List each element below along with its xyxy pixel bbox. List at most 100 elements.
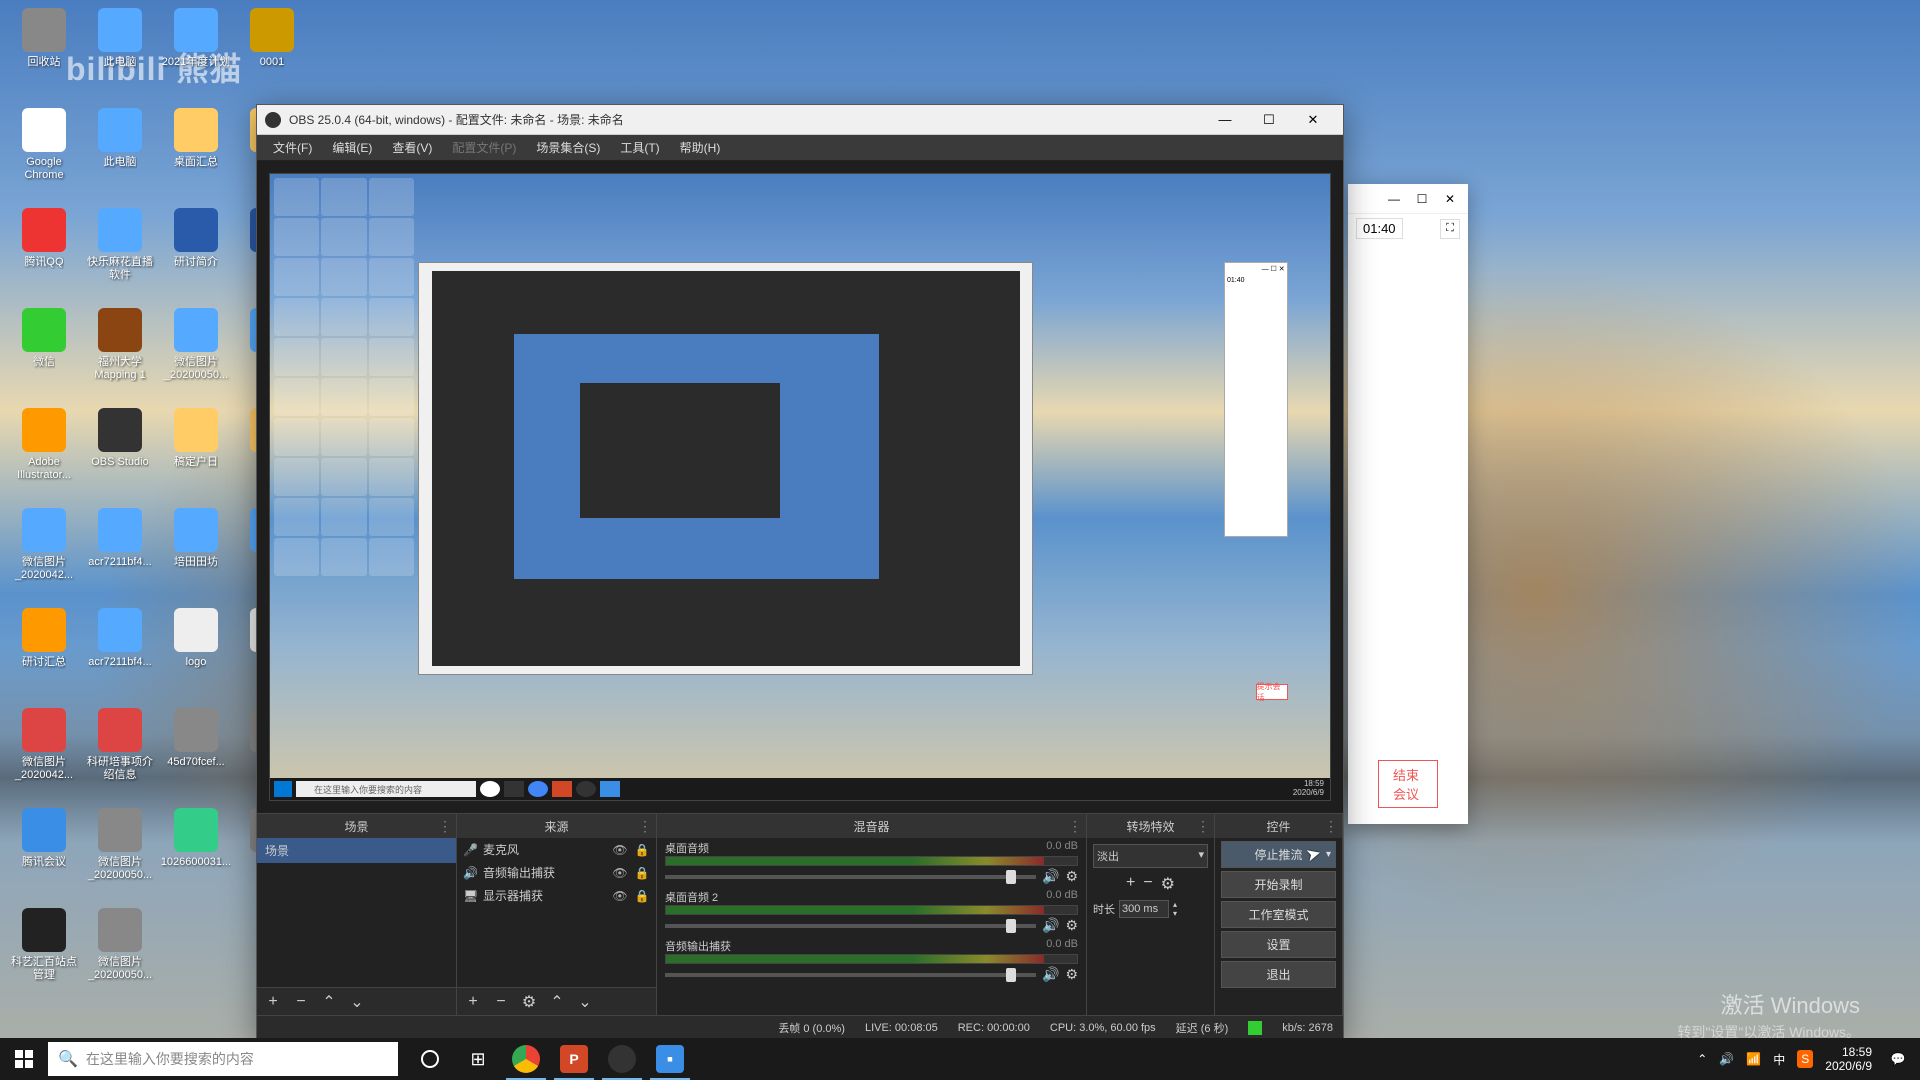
- desktop-icon[interactable]: OBS Studio: [84, 408, 156, 506]
- scene-remove-button[interactable]: −: [291, 993, 311, 1011]
- meeting-close[interactable]: ✕: [1436, 187, 1464, 211]
- slider-thumb[interactable]: [1006, 968, 1016, 982]
- scene-up-button[interactable]: ⌃: [319, 992, 339, 1012]
- desktop-icon[interactable]: acr7211bf4...: [84, 508, 156, 606]
- desktop-icon[interactable]: 研讨简介: [160, 208, 232, 306]
- source-item[interactable]: 🔊音频输出捕获👁🔒: [457, 861, 656, 884]
- desktop-icon[interactable]: 微信图片_2020042...: [8, 508, 80, 606]
- control-button[interactable]: 工作室模式: [1221, 901, 1336, 928]
- tray-network-icon[interactable]: 🔊: [1719, 1052, 1734, 1066]
- mixer-dock-menu-icon[interactable]: ⋮: [1068, 818, 1082, 835]
- task-view-button[interactable]: ⊞: [454, 1038, 502, 1080]
- channel-settings-icon[interactable]: ⚙: [1065, 966, 1078, 983]
- obs-preview-area[interactable]: — ☐ ✕ 01:40 提示会话 在这里输入你要搜索的内容 18:592020/…: [257, 161, 1343, 813]
- cortana-button[interactable]: [406, 1038, 454, 1080]
- source-up-button[interactable]: ⌃: [547, 992, 567, 1012]
- desktop-icon[interactable]: 科研培事项介绍信息: [84, 708, 156, 806]
- channel-settings-icon[interactable]: ⚙: [1065, 868, 1078, 885]
- source-down-button[interactable]: ⌄: [575, 992, 595, 1012]
- desktop-icon[interactable]: 桌面汇总: [160, 108, 232, 206]
- menu-item[interactable]: 帮助(H): [670, 135, 731, 160]
- scene-item[interactable]: 场景: [257, 838, 456, 863]
- source-remove-button[interactable]: −: [491, 993, 511, 1011]
- tray-sogou-icon[interactable]: S: [1797, 1050, 1813, 1068]
- desktop-icon[interactable]: Google Chrome: [8, 108, 80, 206]
- mute-toggle-icon[interactable]: 🔊: [1042, 868, 1059, 885]
- menu-item[interactable]: 场景集合(S): [526, 135, 610, 160]
- duration-input[interactable]: [1119, 900, 1169, 918]
- visibility-toggle-icon[interactable]: 👁: [612, 866, 628, 880]
- control-button[interactable]: 开始录制: [1221, 871, 1336, 898]
- volume-slider[interactable]: [665, 924, 1036, 928]
- obs-titlebar[interactable]: OBS 25.0.4 (64-bit, windows) - 配置文件: 未命名…: [257, 105, 1343, 135]
- desktop-icon[interactable]: Adobe Illustrator...: [8, 408, 80, 506]
- source-settings-button[interactable]: ⚙: [519, 992, 539, 1012]
- volume-slider[interactable]: [665, 973, 1036, 977]
- scene-down-button[interactable]: ⌄: [347, 992, 367, 1012]
- control-button[interactable]: 设置: [1221, 931, 1336, 958]
- visibility-toggle-icon[interactable]: 👁: [612, 889, 628, 903]
- desktop-icon[interactable]: 1026600031...: [160, 808, 232, 906]
- obs-minimize-button[interactable]: —: [1203, 105, 1247, 135]
- menu-item[interactable]: 编辑(E): [322, 135, 382, 160]
- desktop-icon[interactable]: 腾讯会议: [8, 808, 80, 906]
- transition-select[interactable]: 淡出▾: [1093, 844, 1208, 868]
- transition-remove-button[interactable]: −: [1143, 874, 1152, 894]
- desktop-icon[interactable]: 微信图片_20200050...: [160, 308, 232, 406]
- scenes-dock-menu-icon[interactable]: ⋮: [438, 818, 452, 835]
- meeting-minimize[interactable]: —: [1380, 187, 1408, 211]
- desktop-icon[interactable]: 45d70fcef...: [160, 708, 232, 806]
- scene-add-button[interactable]: +: [263, 993, 283, 1011]
- menu-item[interactable]: 查看(V): [382, 135, 442, 160]
- obs-close-button[interactable]: ✕: [1291, 105, 1335, 135]
- source-item[interactable]: 🎤麦克风👁🔒: [457, 838, 656, 861]
- desktop-icon[interactable]: 回收站: [8, 8, 80, 106]
- taskbar-powerpoint[interactable]: P: [550, 1038, 598, 1080]
- mute-toggle-icon[interactable]: 🔊: [1042, 966, 1059, 983]
- meeting-fullscreen-icon[interactable]: ⛶: [1440, 219, 1460, 239]
- source-add-button[interactable]: +: [463, 993, 483, 1011]
- desktop-icon[interactable]: 微信图片_2020042...: [8, 708, 80, 806]
- desktop-icon[interactable]: 科艺汇百站点管理: [8, 908, 80, 1006]
- desktop-icon[interactable]: 此电脑: [84, 8, 156, 106]
- desktop-icon[interactable]: acr7211bf4...: [84, 608, 156, 706]
- controls-dock-menu-icon[interactable]: ⋮: [1324, 818, 1338, 835]
- desktop-icon[interactable]: [160, 908, 232, 1006]
- start-button[interactable]: [0, 1038, 48, 1080]
- notification-center-icon[interactable]: 💬: [1884, 1045, 1912, 1073]
- slider-thumb[interactable]: [1006, 870, 1016, 884]
- lock-toggle-icon[interactable]: 🔒: [634, 843, 650, 857]
- transition-add-button[interactable]: +: [1126, 874, 1135, 894]
- desktop-icon[interactable]: 研讨汇总: [8, 608, 80, 706]
- end-meeting-button[interactable]: 结束会议: [1378, 760, 1438, 808]
- desktop-icon[interactable]: 微信图片_20200050...: [84, 908, 156, 1006]
- slider-thumb[interactable]: [1006, 919, 1016, 933]
- desktop-icon[interactable]: 微信: [8, 308, 80, 406]
- lock-toggle-icon[interactable]: 🔒: [634, 866, 650, 880]
- tray-chevron-icon[interactable]: ⌃: [1697, 1052, 1707, 1066]
- desktop-icon[interactable]: 稿定户日: [160, 408, 232, 506]
- visibility-toggle-icon[interactable]: 👁: [612, 843, 628, 857]
- taskbar-clock[interactable]: 18:59 2020/6/9: [1825, 1045, 1872, 1074]
- desktop-icon[interactable]: 2021年度计划: [160, 8, 232, 106]
- control-button[interactable]: 退出: [1221, 961, 1336, 988]
- duration-down-icon[interactable]: ▾: [1173, 909, 1177, 918]
- mute-toggle-icon[interactable]: 🔊: [1042, 917, 1059, 934]
- desktop-icon[interactable]: 此电脑: [84, 108, 156, 206]
- taskbar-chrome[interactable]: [502, 1038, 550, 1080]
- transition-settings-button[interactable]: ⚙: [1161, 874, 1175, 894]
- control-button[interactable]: 停止推流▾: [1221, 841, 1336, 868]
- desktop-icon[interactable]: 腾讯QQ: [8, 208, 80, 306]
- desktop-icon[interactable]: 微信图片_20200050...: [84, 808, 156, 906]
- taskbar-obs[interactable]: [598, 1038, 646, 1080]
- desktop-icon[interactable]: 福州大学Mapping 1: [84, 308, 156, 406]
- channel-settings-icon[interactable]: ⚙: [1065, 917, 1078, 934]
- menu-item[interactable]: 工具(T): [610, 135, 669, 160]
- desktop-icon[interactable]: 快乐麻花直播软件: [84, 208, 156, 306]
- source-item[interactable]: 🖥显示器捕获👁🔒: [457, 884, 656, 907]
- taskbar-meeting[interactable]: ▪: [646, 1038, 694, 1080]
- menu-item[interactable]: 文件(F): [263, 135, 322, 160]
- obs-maximize-button[interactable]: ☐: [1247, 105, 1291, 135]
- desktop-icon[interactable]: 培田田坊: [160, 508, 232, 606]
- lock-toggle-icon[interactable]: 🔒: [634, 889, 650, 903]
